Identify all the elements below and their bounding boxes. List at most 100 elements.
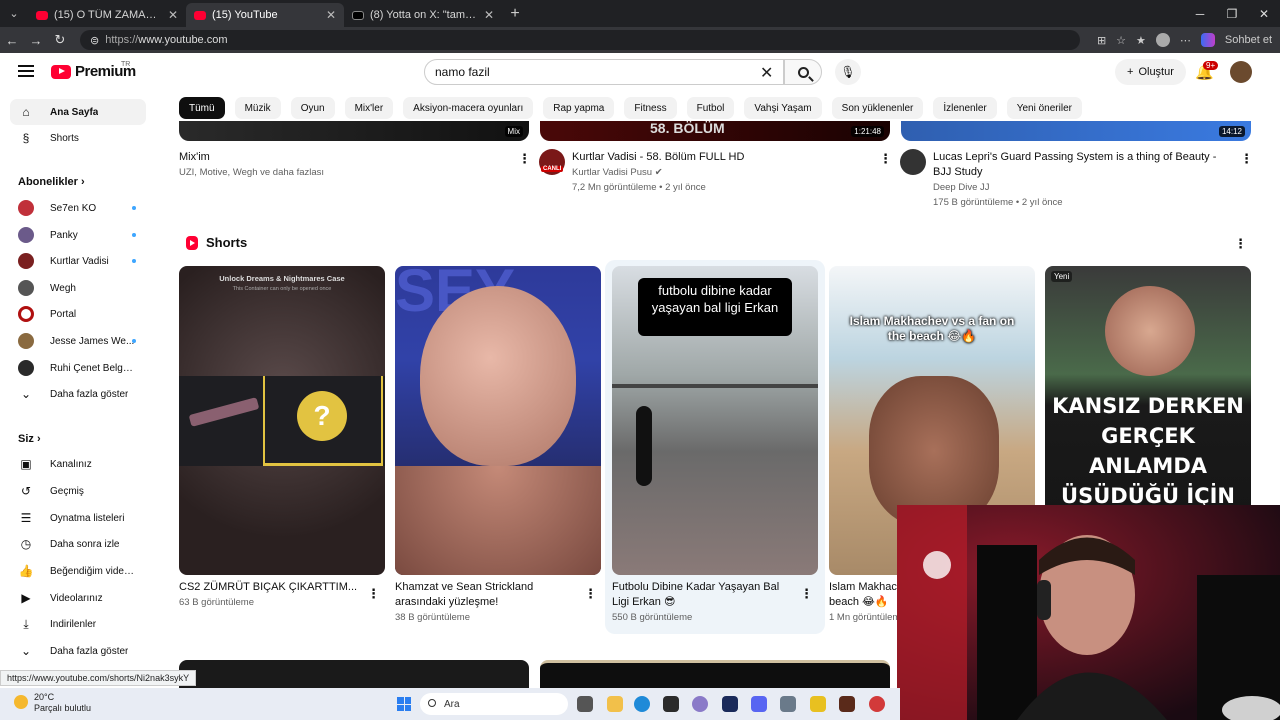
you-heading[interactable]: Siz › bbox=[18, 433, 41, 445]
search-input[interactable]: namo fazil bbox=[424, 59, 784, 85]
create-button[interactable]: + Oluştur bbox=[1115, 59, 1186, 85]
short-title[interactable]: CS2 ZÜMRÜT BIÇAK ÇIKARTTIM... bbox=[179, 580, 359, 595]
restore-icon[interactable]: ❐ bbox=[1216, 0, 1248, 27]
short-thumbnail[interactable]: SEY bbox=[395, 266, 601, 575]
browser-tab-1[interactable]: (15) O TÜM ZAMANLARIN EN İYİSİ ✕ bbox=[28, 3, 186, 27]
sidebar-item-channel[interactable]: ▣ Kanalınız bbox=[10, 451, 146, 477]
sidebar-item-downloads[interactable]: ⤓ İndirilenler bbox=[10, 611, 146, 637]
file-explorer-icon[interactable] bbox=[607, 696, 623, 712]
sidebar-sub-item[interactable]: Wegh bbox=[10, 275, 146, 301]
chip[interactable]: Rap yapma bbox=[543, 97, 615, 119]
new-tab-icon[interactable]: + bbox=[502, 5, 528, 23]
browser-tab-2[interactable]: (15) YouTube ✕ bbox=[186, 3, 344, 27]
profile-avatar[interactable] bbox=[1155, 33, 1170, 47]
video-thumbnail[interactable]: 58. BÖLÜM 1:21:48 bbox=[540, 121, 890, 141]
chip[interactable]: Futbol bbox=[686, 97, 735, 119]
chip[interactable]: Son yüklenenler bbox=[831, 97, 924, 119]
video-thumbnail[interactable]: 14:12 bbox=[901, 121, 1251, 141]
short-thumbnail[interactable]: futbolu dibine kadar yaşayan bal ligi Er… bbox=[612, 266, 818, 575]
more-actions-icon[interactable]: ⋮ bbox=[1240, 151, 1253, 167]
more-actions-icon[interactable]: ⋮ bbox=[367, 586, 380, 602]
collections-icon[interactable]: ★ bbox=[1136, 34, 1146, 47]
more-actions-icon[interactable]: ⋮ bbox=[879, 151, 892, 167]
chip[interactable]: Fitness bbox=[624, 97, 677, 119]
video-thumbnail[interactable]: Mix bbox=[179, 121, 529, 141]
video-title[interactable]: Kurtlar Vadisi - 58. Bölüm FULL HD bbox=[572, 150, 872, 165]
reload-icon[interactable]: ↻ bbox=[48, 27, 72, 53]
channel-avatar[interactable] bbox=[900, 149, 926, 175]
video-thumbnail[interactable] bbox=[179, 660, 529, 688]
app-icon[interactable] bbox=[869, 696, 885, 712]
subscriptions-heading[interactable]: Abonelikler › bbox=[18, 176, 85, 188]
youtube-premium-logo[interactable]: Premium TR bbox=[51, 61, 136, 80]
more-actions-icon[interactable]: ⋮ bbox=[518, 151, 531, 167]
user-avatar[interactable] bbox=[1230, 61, 1252, 83]
sidebar-item-shorts[interactable]: § Shorts bbox=[10, 125, 146, 151]
chip[interactable]: Vahşi Yaşam bbox=[744, 97, 822, 119]
short-title[interactable]: Khamzat ve Sean Strickland arasındaki yü… bbox=[395, 580, 575, 610]
tab-actions-icon[interactable]: ⌄ bbox=[0, 0, 28, 27]
channel-avatar[interactable]: CANLI bbox=[539, 149, 565, 175]
sidebar-item-history[interactable]: ↺ Geçmiş bbox=[10, 478, 146, 504]
sidebar-sub-item[interactable]: Panky bbox=[10, 222, 146, 248]
more-menu-icon[interactable]: ⋯ bbox=[1180, 34, 1191, 47]
sidebar-item-your-videos[interactable]: ▶ Videolarınız bbox=[10, 585, 146, 611]
app-icon[interactable] bbox=[810, 696, 826, 712]
forward-icon[interactable]: → bbox=[24, 27, 48, 53]
sidebar-item-home[interactable]: ⌂ Ana Sayfa bbox=[10, 99, 146, 125]
short-thumbnail[interactable]: Unlock Dreams & Nightmares Case This Con… bbox=[179, 266, 385, 575]
voice-search-icon[interactable]: 🎙 bbox=[835, 59, 861, 85]
chip[interactable]: Müzik bbox=[234, 97, 281, 119]
sidebar-sub-item[interactable]: Jesse James We... bbox=[10, 328, 146, 354]
favorite-star-icon[interactable]: ☆ bbox=[1116, 34, 1126, 47]
subs-show-more[interactable]: ⌄ Daha fazla göster bbox=[10, 381, 146, 407]
taskbar-search[interactable]: Ara bbox=[420, 693, 568, 715]
short-title[interactable]: Futbolu Dibine Kadar Yaşayan Bal Ligi Er… bbox=[612, 580, 792, 610]
more-actions-icon[interactable]: ⋮ bbox=[800, 586, 813, 602]
browser-tab-3[interactable]: (8) Yotta on X: "tamam sen de bi b ✕ bbox=[344, 3, 502, 27]
weather-widget[interactable]: 20°C Parçalı bulutlu bbox=[14, 692, 91, 714]
chip[interactable]: Aksiyon-macera oyunları bbox=[403, 97, 534, 119]
close-tab-icon[interactable]: ✕ bbox=[326, 8, 336, 22]
app-icon[interactable] bbox=[663, 696, 679, 712]
app-icon[interactable] bbox=[722, 696, 738, 712]
you-show-more[interactable]: ⌄ Daha fazla göster bbox=[10, 638, 146, 664]
chip[interactable]: Yeni öneriler bbox=[1006, 97, 1082, 119]
close-tab-icon[interactable]: ✕ bbox=[484, 8, 494, 22]
sidebar-sub-item[interactable]: Kurtlar Vadisi bbox=[10, 248, 146, 274]
search-button[interactable] bbox=[784, 59, 822, 85]
video-title[interactable]: Mix'im bbox=[179, 150, 509, 165]
app-icon[interactable] bbox=[839, 696, 855, 712]
back-icon[interactable]: ← bbox=[0, 27, 24, 53]
sidebar-item-watch-later[interactable]: ◷ Daha sonra izle bbox=[10, 531, 146, 557]
sidebar-sub-item[interactable]: Se7en KO bbox=[10, 195, 146, 221]
menu-icon[interactable] bbox=[18, 65, 34, 77]
close-window-icon[interactable]: ✕ bbox=[1248, 0, 1280, 27]
sidebar-item-playlists[interactable]: ☰ Oynatma listeleri bbox=[10, 505, 146, 531]
windows-start-icon[interactable] bbox=[397, 697, 411, 711]
task-view-icon[interactable] bbox=[577, 696, 593, 712]
more-actions-icon[interactable]: ⋮ bbox=[584, 586, 597, 602]
chip[interactable]: İzlenenler bbox=[933, 97, 997, 119]
app-icon[interactable] bbox=[692, 696, 708, 712]
chip[interactable]: Mix'ler bbox=[344, 97, 394, 119]
settings-icon[interactable] bbox=[780, 696, 796, 712]
app-icon[interactable]: ⊞ bbox=[1097, 34, 1106, 47]
discord-icon[interactable] bbox=[751, 696, 767, 712]
sidebar-item-liked[interactable]: 👍 Beğendiğim videolar bbox=[10, 558, 146, 584]
video-title[interactable]: Lucas Lepri's Guard Passing System is a … bbox=[933, 150, 1233, 180]
chat-button[interactable]: Sohbet et bbox=[1225, 34, 1272, 46]
close-tab-icon[interactable]: ✕ bbox=[168, 8, 178, 22]
chip[interactable]: Tümü bbox=[179, 97, 225, 119]
chip[interactable]: Oyun bbox=[290, 97, 335, 119]
shorts-more-icon[interactable]: ⋮ bbox=[1234, 236, 1247, 252]
site-info-icon[interactable]: ⊜ bbox=[90, 34, 99, 47]
sidebar-sub-item[interactable]: Portal bbox=[10, 301, 146, 327]
video-thumbnail[interactable] bbox=[540, 660, 890, 688]
clear-search-icon[interactable]: ✕ bbox=[760, 63, 773, 83]
edge-icon[interactable] bbox=[634, 696, 650, 712]
sidebar-sub-item[interactable]: Ruhi Çenet Belgese... bbox=[10, 355, 146, 381]
channel-name[interactable]: Deep Dive JJ bbox=[933, 180, 1233, 195]
minimize-icon[interactable]: ─ bbox=[1184, 0, 1216, 27]
channel-name[interactable]: Kurtlar Vadisi Pusu bbox=[572, 167, 652, 178]
